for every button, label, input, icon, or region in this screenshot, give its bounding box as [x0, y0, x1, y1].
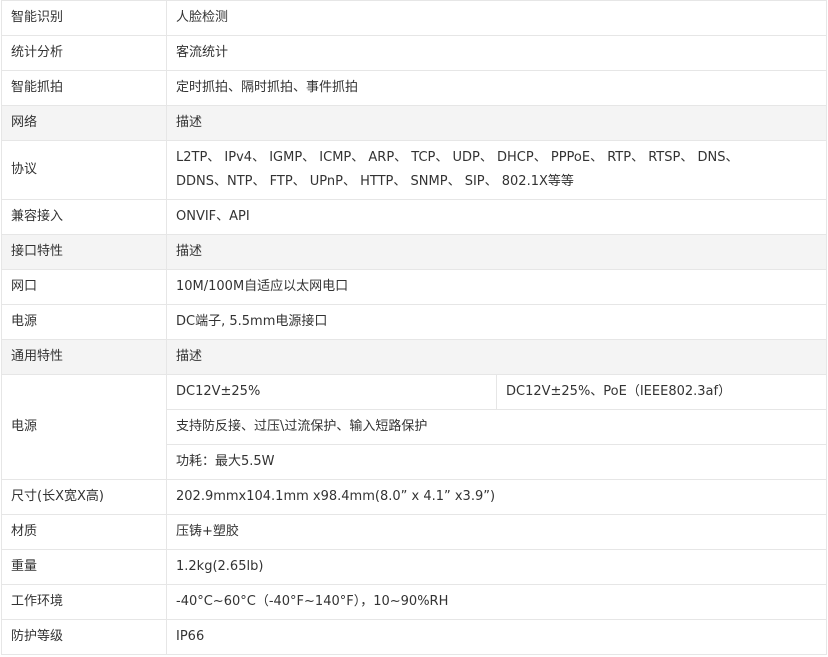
table-row: 统计分析 客流统计 [1, 35, 828, 71]
table-row: 尺寸(长X宽X高) 202.9mmx104.1mm x98.4mm(8.0” x… [1, 479, 828, 515]
row-value: 功耗：最大5.5W [165, 444, 828, 480]
protocols-line-2: DDNS、NTP、 FTP、 UPnP、 HTTP、 SNMP、 SIP、 80… [176, 174, 574, 189]
row-value: DC端子, 5.5mm电源接口 [165, 304, 828, 340]
table-row: 电源 DC端子, 5.5mm电源接口 [1, 304, 828, 340]
section-header-row: 通用特性 描述 [1, 339, 828, 375]
row-label: 工作环境 [1, 584, 167, 620]
protocols-line-1: L2TP、 IPv4、 IGMP、 ICMP、 ARP、 TCP、 UDP、 D… [176, 150, 739, 165]
section-header-row: 接口特性 描述 [1, 234, 828, 270]
row-label: 重量 [1, 549, 167, 585]
row-label: 尺寸(长X宽X高) [1, 479, 167, 515]
row-value: 10M/100M自适应以太网电口 [165, 269, 828, 305]
table-row: 协议 L2TP、 IPv4、 IGMP、 ICMP、 ARP、 TCP、 UDP… [1, 140, 828, 200]
row-value: 定时抓拍、隔时抓拍、事件抓拍 [165, 70, 828, 106]
row-label: 兼容接入 [1, 199, 167, 235]
row-label: 协议 [1, 140, 167, 200]
section-title: 通用特性 [1, 339, 167, 375]
row-value-protocols: L2TP、 IPv4、 IGMP、 ICMP、 ARP、 TCP、 UDP、 D… [165, 140, 828, 200]
table-row: 智能抓拍 定时抓拍、隔时抓拍、事件抓拍 [1, 70, 828, 106]
row-value: 压铸+塑胶 [165, 514, 828, 550]
row-label: 智能抓拍 [1, 70, 167, 106]
row-value: 1.2kg(2.65lb) [165, 549, 828, 585]
row-value: DC12V±25%、PoE（IEEE802.3af） [495, 374, 828, 410]
row-label: 智能识别 [1, 0, 167, 36]
row-label: 电源 [1, 374, 167, 480]
row-value: ONVIF、API [165, 199, 828, 235]
section-description: 描述 [165, 339, 828, 375]
table-row: 重量 1.2kg(2.65lb) [1, 549, 828, 585]
table-row: 兼容接入 ONVIF、API [1, 199, 828, 235]
table-row: 智能识别 人脸检测 [1, 0, 828, 36]
row-label: 统计分析 [1, 35, 167, 71]
table-row: 防护等级 IP66 [1, 619, 828, 655]
table-row: 网口 10M/100M自适应以太网电口 [1, 269, 828, 305]
table-row: 电源 DC12V±25% DC12V±25%、PoE（IEEE802.3af） [1, 374, 828, 480]
row-label: 电源 [1, 304, 167, 340]
row-value: 支持防反接、过压\过流保护、输入短路保护 [165, 409, 828, 445]
row-value: DC12V±25% [166, 374, 497, 410]
section-header-row: 网络 描述 [1, 105, 828, 141]
section-description: 描述 [165, 234, 828, 270]
table-row: 工作环境 -40°C~60°C（-40°F~140°F），10~90%RH [1, 584, 828, 620]
row-label: 材质 [1, 514, 167, 550]
row-value: 202.9mmx104.1mm x98.4mm(8.0” x 4.1” x3.9… [165, 479, 828, 515]
row-value: IP66 [165, 619, 828, 655]
table-row: 材质 压铸+塑胶 [1, 514, 828, 550]
section-title: 接口特性 [1, 234, 167, 270]
section-description: 描述 [165, 105, 828, 141]
row-value: 客流统计 [165, 35, 828, 71]
spec-table: 智能识别 人脸检测 统计分析 客流统计 智能抓拍 定时抓拍、隔时抓拍、事件抓拍 … [1, 0, 828, 655]
row-value: 人脸检测 [165, 0, 828, 36]
row-value: -40°C~60°C（-40°F~140°F），10~90%RH [165, 584, 828, 620]
row-label: 网口 [1, 269, 167, 305]
section-title: 网络 [1, 105, 167, 141]
row-label: 防护等级 [1, 619, 167, 655]
